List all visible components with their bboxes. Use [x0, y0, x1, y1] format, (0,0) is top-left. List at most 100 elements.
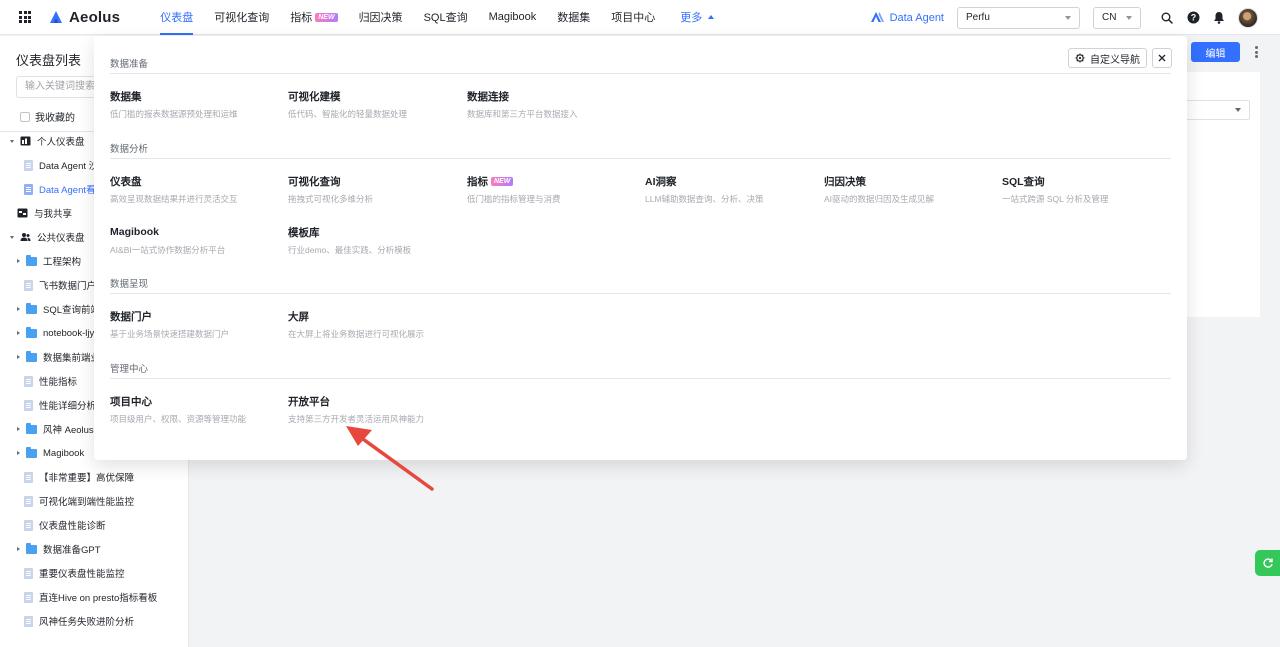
card-desc: 一站式跨源 SQL 分析及管理 — [1002, 194, 1109, 204]
sidebar-item-key-perf-monitor[interactable]: 重要仪表盘性能监控 — [24, 566, 125, 580]
expand-icon[interactable] — [17, 259, 20, 263]
sidebar-item-label: 重要仪表盘性能监控 — [39, 569, 125, 580]
favorites-filter[interactable]: 我收藏的 — [20, 109, 75, 124]
nav-label: 仪表盘 — [160, 12, 194, 24]
nav-item-sql-query[interactable]: SQL查询 — [424, 0, 468, 35]
card-desc: 基于业务场景快速搭建数据门户 — [110, 329, 230, 339]
menu-card-data-portal[interactable]: 数据门户 基于业务场景快速搭建数据门户 — [110, 309, 280, 340]
language-select-value: CN — [1102, 12, 1117, 23]
collapse-icon[interactable] — [10, 139, 14, 143]
nav-item-visual-query[interactable]: 可视化查询 — [214, 0, 269, 35]
menu-card-visual-query[interactable]: 可视化查询 拖拽式可视化多维分析 — [288, 174, 458, 205]
sidebar-title: 仪表盘列表 — [16, 53, 82, 68]
edit-button[interactable]: 编辑 — [1191, 42, 1240, 62]
card-desc: 在大屏上将业务数据进行可视化展示 — [288, 329, 425, 339]
sidebar-item-public[interactable]: 公共仪表盘 — [10, 230, 85, 244]
sidebar-item-perf-metrics[interactable]: 性能指标 — [24, 374, 77, 388]
nav-item-dashboard[interactable]: 仪表盘 — [160, 0, 194, 35]
sidebar-item-high-priority[interactable]: 【非常重要】高优保障 — [24, 470, 134, 484]
chevron-down-icon — [1126, 15, 1132, 20]
close-button[interactable] — [1152, 48, 1172, 68]
nav-item-magibook[interactable]: Magibook — [489, 0, 537, 35]
search-icon[interactable] — [1160, 11, 1174, 25]
caret-up-icon — [708, 15, 715, 19]
sidebar-item-perf-diagnosis[interactable]: 仪表盘性能诊断 — [24, 518, 106, 532]
nav-label: 项目中心 — [611, 12, 656, 24]
close-icon — [1158, 54, 1166, 62]
expand-icon[interactable] — [17, 427, 20, 431]
menu-card-template-library[interactable]: 模板库 行业demo、最佳实践、分析模板 — [288, 225, 458, 256]
app-grid-icon[interactable] — [19, 11, 31, 23]
menu-card-ai-insight[interactable]: AI洞察 LLM辅助数据查询、分析、决策 — [645, 174, 815, 205]
menu-card-dataset[interactable]: 数据集 低门槛的报表数据源预处理和运维 — [110, 89, 280, 120]
nav-item-project-center[interactable]: 项目中心 — [611, 0, 655, 35]
language-select[interactable]: CN — [1093, 6, 1141, 29]
sidebar-folder-engineering[interactable]: 工程架构 — [17, 254, 81, 268]
header-tools: Data Agent Perfu CN ? — [870, 0, 1280, 35]
chevron-down-icon — [1235, 108, 1241, 112]
favorites-checkbox[interactable] — [20, 111, 30, 122]
sidebar-item-data-agent-board[interactable]: Data Agent看板 — [24, 182, 105, 196]
card-title: 数据连接 — [467, 90, 509, 103]
card-desc: AI驱动的数据归因及生成见解 — [824, 194, 935, 204]
menu-card-project-center[interactable]: 项目中心 项目级用户、权限、资源等管理功能 — [110, 394, 280, 425]
avatar[interactable] — [1238, 7, 1258, 28]
folder-icon — [26, 422, 37, 434]
filter-select[interactable] — [1180, 100, 1250, 120]
assistant-float-button[interactable] — [1255, 550, 1280, 576]
card-title: 可视化建模 — [288, 90, 341, 103]
expand-icon[interactable] — [17, 355, 20, 359]
folder-icon — [26, 350, 37, 362]
expand-icon[interactable] — [17, 547, 20, 551]
sidebar-item-label: 风神 Aeolus — [43, 425, 94, 436]
menu-card-data-connection[interactable]: 数据连接 数据库和第三方平台数据接入 — [467, 89, 637, 120]
logo[interactable]: Aeolus — [49, 9, 120, 26]
expand-icon[interactable] — [17, 451, 20, 455]
card-title: AI洞察 — [645, 175, 677, 188]
expand-icon[interactable] — [17, 331, 20, 335]
menu-card-metrics[interactable]: 指标 NEW 低门槛的指标管理与消费 — [467, 174, 637, 205]
nav-item-dataset[interactable]: 数据集 — [557, 0, 590, 35]
card-desc: 低门槛的报表数据源预处理和运维 — [110, 109, 238, 119]
sidebar-folder-notebook[interactable]: notebook-ljy — [17, 326, 94, 340]
sidebar-item-task-failure[interactable]: 风神任务失败进阶分析 — [24, 614, 134, 628]
sidebar-folder-data-prep-gpt[interactable]: 数据准备GPT — [17, 542, 101, 556]
menu-card-visual-modeling[interactable]: 可视化建模 低代码、智能化的轻量数据处理 — [288, 89, 458, 120]
menu-card-magibook[interactable]: Magibook AI&BI一站式协作数据分析平台 — [110, 225, 280, 256]
menu-card-attribution[interactable]: 归因决策 AI驱动的数据归因及生成见解 — [824, 174, 994, 205]
help-icon[interactable]: ? — [1186, 11, 1200, 25]
menu-card-big-screen[interactable]: 大屏 在大屏上将业务数据进行可视化展示 — [288, 309, 458, 340]
collapse-icon[interactable] — [10, 235, 14, 239]
folder-icon — [26, 446, 37, 458]
sidebar-folder-aeolus[interactable]: 风神 Aeolus — [17, 422, 94, 436]
menu-card-dashboard[interactable]: 仪表盘 高效呈现数据结果并进行灵活交互 — [110, 174, 280, 205]
data-agent-link[interactable]: Data Agent — [870, 11, 944, 24]
sidebar-folder-magibook[interactable]: Magibook — [17, 446, 84, 460]
menu-card-sql-query[interactable]: SQL查询 一站式跨源 SQL 分析及管理 — [1002, 174, 1172, 205]
dashboard-doc-icon — [24, 279, 33, 291]
sidebar-item-label: 直连Hive on presto指标看板 — [39, 593, 158, 604]
folder-icon — [26, 326, 37, 338]
dashboard-doc-icon — [24, 495, 33, 507]
project-select[interactable]: Perfu — [957, 6, 1080, 29]
nav-label: 归因决策 — [358, 12, 403, 24]
card-title: 大屏 — [288, 310, 309, 323]
gear-icon — [1075, 53, 1085, 63]
sidebar-item-personal[interactable]: 个人仪表盘 — [10, 134, 85, 148]
data-agent-icon — [870, 11, 884, 22]
nav-item-attribution[interactable]: 归因决策 — [359, 0, 403, 35]
nav-item-more[interactable]: 更多 — [680, 0, 715, 35]
bell-icon[interactable] — [1212, 11, 1226, 25]
sidebar-item-hive-presto[interactable]: 直连Hive on presto指标看板 — [24, 590, 157, 604]
expand-icon[interactable] — [17, 307, 20, 311]
more-options-icon[interactable] — [1255, 46, 1258, 58]
card-title: 数据集 — [110, 90, 142, 103]
card-title: 项目中心 — [110, 395, 152, 408]
nav-item-metrics[interactable]: 指标 NEW — [290, 0, 338, 35]
sidebar-item-shared[interactable]: 与我共享 — [17, 206, 72, 220]
sidebar-item-perf-detail[interactable]: 性能详细分析 — [24, 398, 96, 412]
dashboard-doc-icon — [24, 567, 33, 579]
sidebar-item-e2e-monitor[interactable]: 可视化端到端性能监控 — [24, 494, 134, 508]
custom-nav-button[interactable]: 自定义导航 — [1068, 48, 1147, 68]
nav-label: 数据集 — [557, 12, 591, 24]
